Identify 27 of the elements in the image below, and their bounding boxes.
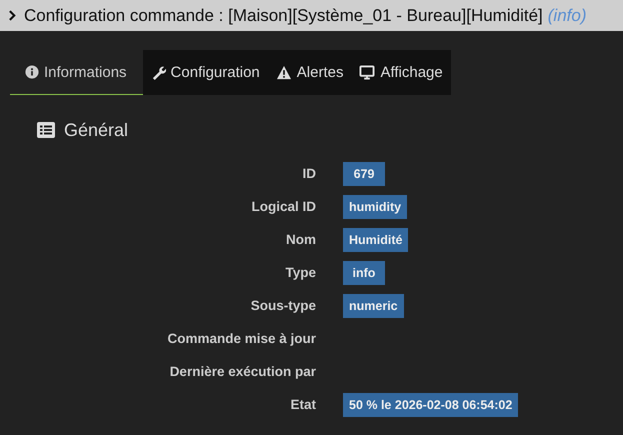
field-value: Humidité xyxy=(343,228,408,252)
field-label: Commande mise à jour xyxy=(166,331,316,346)
monitor-icon xyxy=(359,65,376,80)
chevron-icon[interactable] xyxy=(9,10,16,21)
field-value: info xyxy=(343,260,385,284)
field-label: Etat xyxy=(289,397,316,412)
tab[interactable]: Alertes xyxy=(268,50,352,95)
field-label: Logical ID xyxy=(250,199,316,214)
header-title: Configuration commande : [Maison][Système_01 - Bureau][Humidité] xyxy=(24,6,543,26)
header-subtitle: (info) xyxy=(548,6,586,26)
field-label: Sous-type xyxy=(250,298,316,313)
field-label: Nom xyxy=(285,232,316,247)
section-title: Général xyxy=(64,120,128,140)
field-label: Type xyxy=(284,265,316,280)
tab[interactable]: Configuration xyxy=(142,50,268,95)
field-value: numeric xyxy=(343,294,404,318)
field-value: humidity xyxy=(343,194,408,218)
field-value: 50 % le 2026-02-08 06:54:02 xyxy=(343,392,518,416)
field-label: ID xyxy=(302,166,316,181)
info-icon xyxy=(25,65,39,79)
tab[interactable]: Affichage xyxy=(351,50,451,95)
tab[interactable]: Informations xyxy=(10,50,143,95)
field-label: Dernière exécution par xyxy=(168,364,316,379)
warning-icon xyxy=(276,65,292,80)
field-value: 679 xyxy=(343,162,385,186)
list-icon xyxy=(37,122,55,138)
wrench-icon xyxy=(150,65,166,80)
